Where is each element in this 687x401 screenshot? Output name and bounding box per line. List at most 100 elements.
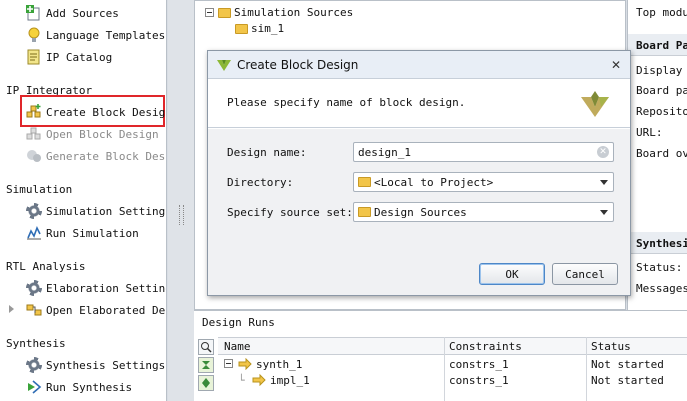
prop-row: Board par [636, 84, 687, 97]
directory-select[interactable]: <Local to Project> [353, 172, 614, 192]
nav-label: Generate Block Design [46, 149, 166, 163]
prop-row: Display n [636, 64, 687, 77]
tree-label: Simulation Sources [234, 6, 354, 19]
dialog-message: Please specify name of block design. [227, 96, 466, 109]
run-status: Not started [591, 374, 664, 387]
prop-row: Repositor [636, 105, 687, 118]
clear-icon[interactable]: ✕ [597, 146, 609, 158]
run-name: synth_1 [256, 358, 303, 371]
nav-item-create-block-design[interactable]: Create Block Design [26, 103, 167, 121]
nav-item-language-templates[interactable]: Language Templates [26, 26, 165, 44]
section-rtl-analysis: RTL Analysis [6, 260, 86, 273]
vivado-logo-icon [216, 57, 232, 73]
prop-row: Messages: [636, 282, 687, 295]
search-icon[interactable] [198, 339, 214, 355]
table-row[interactable]: synth_1 constrs_1 Not started [218, 357, 687, 373]
folder-icon [218, 7, 231, 18]
directory-value: <Local to Project> [374, 175, 494, 189]
gear-icon [26, 280, 42, 296]
design-runs-title: Design Runs [202, 316, 275, 329]
collapse-icon[interactable] [205, 8, 214, 17]
runs-table-header: Name Constraints Status [218, 337, 687, 355]
nav-label: Add Sources [46, 6, 119, 20]
table-row[interactable]: └ impl_1 constrs_1 Not started [218, 373, 687, 389]
nav-item-open-block-design[interactable]: Open Block Design [26, 125, 159, 143]
run-simulation-icon [26, 225, 42, 241]
splitter[interactable] [168, 0, 194, 401]
collapse-all-icon[interactable] [198, 357, 214, 373]
tree-label: sim_1 [251, 22, 285, 35]
run-constraints: constrs_1 [449, 374, 509, 387]
folder-icon [358, 177, 371, 187]
open-block-design-icon [26, 126, 42, 142]
generate-block-design-icon [26, 148, 42, 164]
col-name[interactable]: Name [224, 340, 251, 353]
nav-label: Elaboration Settings [46, 281, 167, 295]
create-block-design-icon [26, 104, 42, 120]
nav-label: Simulation Settings [46, 204, 167, 218]
nav-label: Create Block Design [46, 105, 167, 119]
nav-item-elaboration-settings[interactable]: Elaboration Settings [26, 279, 167, 297]
run-status: Not started [591, 358, 664, 371]
section-synthesis: Synthesis [6, 337, 66, 350]
vivado-brand-icon [579, 87, 611, 119]
nav-label: Run Synthesis [46, 380, 133, 394]
run-arrow-icon [238, 357, 252, 373]
ip-catalog-icon [26, 49, 42, 65]
close-icon[interactable]: ✕ [606, 55, 626, 75]
design-name-value: design_1 [358, 145, 411, 159]
gear-icon [26, 203, 42, 219]
source-set-select[interactable]: Design Sources [353, 202, 614, 222]
cancel-button[interactable]: Cancel [552, 263, 618, 285]
open-elaborated-design-icon [26, 302, 42, 318]
expand-all-icon[interactable] [198, 375, 214, 391]
directory-label: Directory: [227, 176, 294, 189]
prop-row: URL: [636, 126, 663, 139]
nav-item-open-elaborated-design[interactable]: Open Elaborated Design [26, 301, 166, 319]
nav-label: Run Simulation [46, 226, 139, 240]
expand-caret-icon[interactable] [9, 305, 14, 313]
flow-navigator: Add Sources Language Templates IP Catalo… [0, 0, 167, 401]
folder-icon [358, 207, 371, 217]
dialog-titlebar[interactable]: Create Block Design ✕ [208, 51, 630, 79]
design-runs-panel: Design Runs Name Constraints Status synt… [194, 310, 687, 401]
dialog-header: Please specify name of block design. [208, 79, 630, 128]
col-constraints[interactable]: Constraints [449, 340, 522, 353]
properties-panel: Top modul Board Pa Display n Board par R… [627, 0, 687, 310]
nav-item-run-synthesis[interactable]: Run Synthesis [26, 378, 132, 396]
nav-item-add-sources[interactable]: Add Sources [26, 4, 119, 22]
synthesis-title: Synthesi [636, 237, 687, 250]
top-module-text: Top modul [636, 6, 687, 19]
dialog-body: Design name: design_1 ✕ Directory: <Loca… [208, 129, 630, 295]
design-name-label: Design name: [227, 146, 307, 159]
run-constraints: constrs_1 [449, 358, 509, 371]
splitter-grip[interactable] [179, 205, 184, 225]
design-name-field[interactable]: design_1 ✕ [353, 142, 614, 162]
nav-label: Open Block Design [46, 127, 159, 141]
nav-item-ip-catalog[interactable]: IP Catalog [26, 48, 112, 66]
nav-item-simulation-settings[interactable]: Simulation Settings [26, 202, 167, 220]
run-arrow-icon [252, 373, 266, 389]
col-status[interactable]: Status [591, 340, 631, 353]
nav-label: Synthesis Settings [46, 358, 166, 372]
ok-button[interactable]: OK [479, 263, 545, 285]
tree-row-sim-1[interactable]: sim_1 [235, 22, 284, 35]
board-part-title: Board Pa [636, 39, 687, 52]
run-name: impl_1 [270, 374, 310, 387]
nav-item-synthesis-settings[interactable]: Synthesis Settings [26, 356, 165, 374]
nav-item-run-simulation[interactable]: Run Simulation [26, 224, 139, 242]
source-set-label: Specify source set: [227, 206, 353, 219]
nav-label: IP Catalog [46, 50, 113, 64]
add-sources-icon [26, 5, 42, 21]
gear-icon [26, 357, 42, 373]
chevron-down-icon[interactable] [600, 180, 608, 185]
prop-row: Status: [636, 261, 683, 274]
chevron-down-icon[interactable] [600, 210, 608, 215]
tree-connector: └ [238, 374, 245, 387]
tree-row-simulation-sources[interactable]: Simulation Sources [205, 6, 353, 19]
dialog-title: Create Block Design [237, 58, 359, 72]
run-synthesis-icon [26, 379, 42, 395]
folder-icon [235, 23, 248, 34]
nav-item-generate-block-design[interactable]: Generate Block Design [26, 147, 166, 165]
lightbulb-icon [26, 27, 42, 43]
